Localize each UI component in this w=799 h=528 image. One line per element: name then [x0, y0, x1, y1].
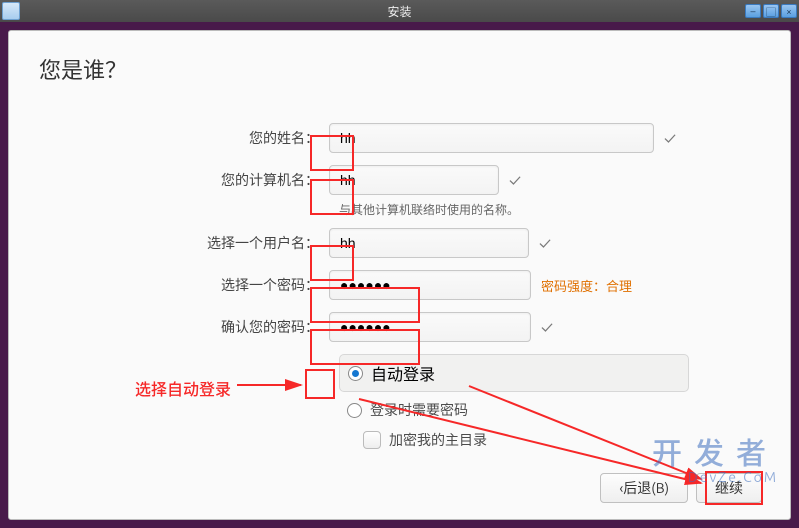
check-icon: ✓: [664, 129, 676, 148]
app-icon: [2, 2, 20, 20]
back-button[interactable]: ‹ 后退(B): [600, 473, 688, 503]
confirm-input[interactable]: [329, 312, 531, 342]
check-icon: ✓: [539, 234, 551, 253]
auto-login-label: 自动登录: [371, 361, 435, 385]
back-label: 后退(B): [623, 478, 669, 498]
host-label: 您的计算机名：: [39, 170, 329, 190]
host-hint: 与其他计算机联络时使用的名称。: [339, 201, 760, 218]
close-button[interactable]: ×: [781, 4, 797, 18]
continue-button[interactable]: 继续: [696, 473, 762, 503]
page-title: 您是谁？: [39, 53, 760, 85]
check-icon: ✓: [541, 318, 553, 337]
encrypt-home-option[interactable]: 加密我的主目录: [363, 430, 760, 450]
radio-dot-icon: [348, 366, 363, 381]
continue-label: 继续: [715, 478, 743, 498]
host-input[interactable]: [329, 165, 499, 195]
name-label: 您的姓名：: [39, 128, 329, 148]
titlebar: 安装 – ▢ ×: [0, 0, 799, 22]
name-input[interactable]: [329, 123, 654, 153]
maximize-button[interactable]: ▢: [763, 4, 779, 18]
encrypt-label: 加密我的主目录: [389, 430, 487, 450]
password-strength: 密码强度：合理: [541, 276, 632, 295]
confirm-label: 确认您的密码：: [39, 317, 329, 337]
pass-input[interactable]: [329, 270, 531, 300]
radio-require-password[interactable]: 登录时需要密码: [339, 396, 689, 424]
pass-label: 选择一个密码：: [39, 275, 329, 295]
radio-auto-login[interactable]: 自动登录: [339, 354, 689, 392]
check-icon: ✓: [509, 171, 521, 190]
user-input[interactable]: [329, 228, 529, 258]
window-title: 安装: [0, 3, 799, 20]
radio-dot-icon: [347, 403, 362, 418]
checkbox-icon: [363, 431, 381, 449]
minimize-button[interactable]: –: [745, 4, 761, 18]
user-label: 选择一个用户名：: [39, 233, 329, 253]
installer-panel: 您是谁？ 您的姓名： ✓ 您的计算机名： ✓ 与其他计算机联络时使用的名称。: [8, 30, 791, 520]
require-password-label: 登录时需要密码: [370, 400, 468, 420]
